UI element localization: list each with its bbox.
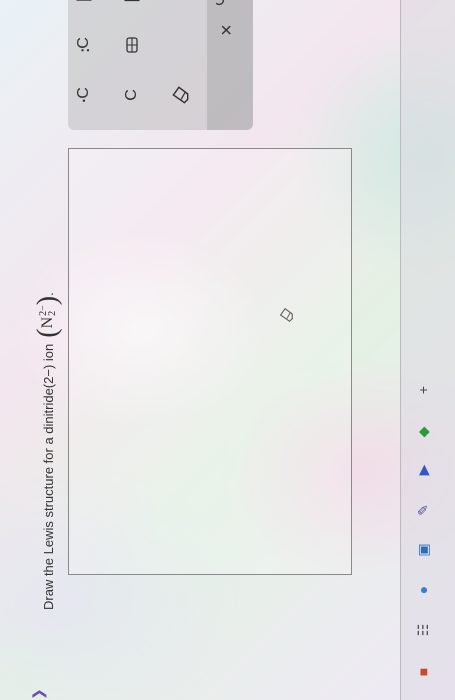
lonepair-carbon-label: C — [75, 37, 92, 49]
carbon-label: C — [123, 89, 140, 101]
question-prefix: Draw the Lewis structure for a dinitride… — [40, 343, 56, 610]
ring-icon — [126, 37, 138, 53]
bracket-tool[interactable]: [ — [112, 0, 152, 20]
formula: ( N 2− 2 ) — [32, 295, 63, 338]
eraser-tool-icon — [172, 86, 189, 104]
drawing-canvas[interactable] — [68, 148, 352, 575]
carbon-lonepair-tool[interactable]: :C — [64, 25, 104, 65]
close-icon: × — [215, 24, 238, 36]
formula-subscript: 2 — [47, 310, 58, 316]
eraser-icon — [279, 307, 293, 323]
bond-tool[interactable]: | — [64, 0, 104, 20]
carbon-radical-tool[interactable]: · C — [64, 75, 104, 115]
app-icon-blue-square[interactable]: ▣ — [413, 540, 433, 560]
plus-icon[interactable]: + — [413, 380, 433, 400]
eraser-tool[interactable] — [160, 75, 200, 115]
carbon-tool[interactable]: C — [112, 75, 152, 115]
radical-carbon-label: C — [75, 87, 92, 99]
app-icon-red[interactable]: ■ — [413, 662, 433, 682]
undo-tool[interactable]: ↺ — [200, 0, 240, 20]
taskbar: ■ ☷ ● ▣ ✎ ▶ ◆ + — [400, 0, 455, 700]
ring-tool[interactable] — [112, 25, 152, 65]
formula-element: N — [39, 316, 56, 329]
app-icon-green[interactable]: ◆ — [413, 422, 433, 442]
undo-icon: ↺ — [212, 0, 229, 7]
question-suffix: . — [40, 292, 56, 296]
rotated-page: ❯ Draw the Lewis structure for a dinitri… — [0, 0, 455, 700]
chevron-right-icon[interactable]: ❯ — [30, 688, 47, 700]
app-icon-pencil[interactable]: ✎ — [413, 500, 433, 520]
app-icon-flag[interactable]: ▶ — [413, 460, 433, 480]
app-icon-grid[interactable]: ☷ — [413, 620, 433, 640]
question-text: Draw the Lewis structure for a dinitride… — [28, 190, 68, 610]
app-icon-blue-circle[interactable]: ● — [413, 580, 433, 600]
